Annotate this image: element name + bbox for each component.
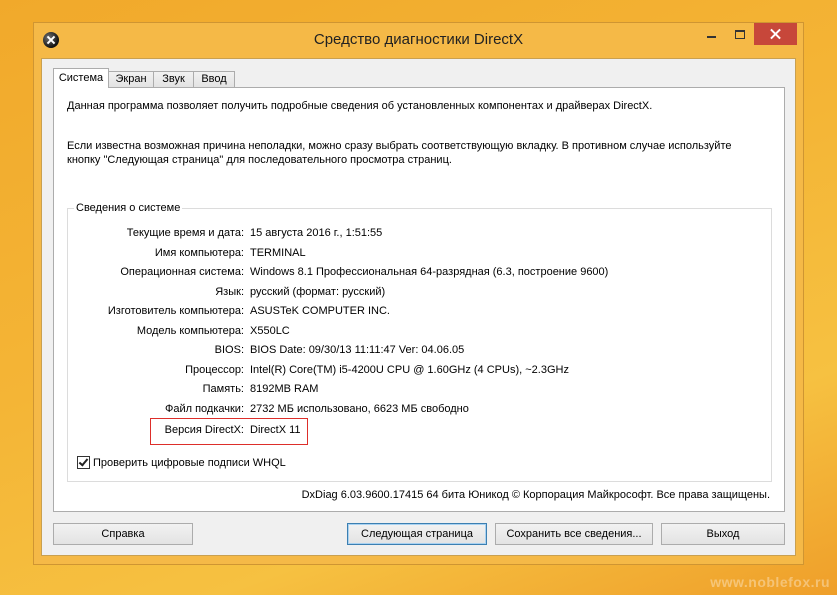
row-os: Операционная система: Windows 8.1 Профес… — [67, 265, 772, 285]
dxdiag-window: Средство диагностики DirectX Система Экр… — [33, 22, 804, 565]
version-copyright-text: DxDiag 6.03.9600.17415 64 бита Юникод © … — [301, 489, 770, 501]
close-button[interactable] — [754, 23, 797, 45]
directx-highlight-box — [150, 418, 308, 445]
model-value: X550LC — [250, 324, 290, 337]
row-memory: Память: 8192MB RAM — [67, 382, 772, 402]
os-label: Операционная система: — [120, 266, 244, 278]
language-value: русский (формат: русский) — [250, 285, 386, 298]
desktop-background: Средство диагностики DirectX Система Экр… — [0, 0, 837, 595]
save-all-info-button[interactable]: Сохранить все сведения... — [495, 523, 653, 545]
client-area: Система Экран Звук Ввод Данная программа… — [41, 58, 796, 556]
system-info-group-label: Сведения о системе — [74, 201, 183, 215]
row-language: Язык: русский (формат: русский) — [67, 285, 772, 305]
tab-panel-system: Данная программа позволяет получить подр… — [53, 87, 785, 512]
pagefile-label: Файл подкачки: — [164, 402, 244, 415]
system-info-rows: Текущие время и дата: 15 августа 2016 г.… — [67, 226, 772, 421]
whql-checkbox[interactable] — [77, 456, 90, 469]
os-value: Windows 8.1 Профессиональная 64-разрядна… — [250, 266, 609, 278]
processor-label: Процессор: — [185, 363, 244, 376]
intro-hint-line-1: Если известна возможная причина неполадк… — [67, 140, 732, 152]
datetime-value: 15 августа 2016 г., 1:51:55 — [250, 227, 383, 239]
close-icon — [770, 29, 781, 40]
tab-sound[interactable]: Звук — [153, 71, 194, 87]
minimize-icon — [707, 36, 716, 38]
tab-system-label: Система — [58, 72, 104, 84]
title-bar[interactable]: Средство диагностики DirectX — [33, 22, 804, 58]
processor-value: Intel(R) Core(TM) i5-4200U CPU @ 1.60GHz… — [250, 363, 569, 376]
memory-label: Память: — [202, 383, 244, 395]
minimize-button[interactable] — [697, 24, 726, 44]
whql-checkbox-label[interactable]: Проверить цифровые подписи WHQL — [93, 456, 286, 470]
row-manufacturer: Изготовитель компьютера: ASUSTeK COMPUTE… — [67, 304, 772, 324]
window-title: Средство диагностики DirectX — [313, 31, 524, 48]
tab-system[interactable]: Система — [53, 68, 109, 88]
tab-display[interactable]: Экран — [108, 71, 154, 87]
system-info-group: Сведения о системе Текущие время и дата:… — [67, 201, 772, 482]
manufacturer-label: Изготовитель компьютера: — [107, 305, 244, 317]
datetime-label: Текущие время и дата: — [126, 227, 244, 239]
tab-display-label: Экран — [115, 73, 147, 85]
model-label: Модель компьютера: — [136, 324, 244, 337]
tab-sound-label: Звук — [162, 73, 185, 85]
intro-hint-line-2: кнопку "Следующая страница" для последов… — [67, 154, 452, 166]
exit-button[interactable]: Выход — [661, 523, 785, 545]
computer-name-label: Имя компьютера: — [154, 246, 244, 259]
row-computer-name: Имя компьютера: TERMINAL — [67, 246, 772, 266]
manufacturer-value: ASUSTeK COMPUTER INC. — [250, 305, 390, 317]
maximize-icon — [735, 30, 745, 39]
bios-label: BIOS: — [214, 344, 244, 356]
row-bios: BIOS: BIOS Date: 09/30/13 11:11:47 Ver: … — [67, 343, 772, 363]
tab-input[interactable]: Ввод — [193, 71, 235, 87]
memory-value: 8192MB RAM — [250, 383, 319, 395]
row-model: Модель компьютера: X550LC — [67, 324, 772, 344]
watermark-text: www.noblefox.ru — [710, 574, 830, 590]
row-datetime: Текущие время и дата: 15 августа 2016 г.… — [67, 226, 772, 246]
pagefile-value: 2732 МБ использовано, 6623 МБ свободно — [250, 402, 469, 415]
maximize-button[interactable] — [727, 24, 753, 44]
next-page-button[interactable]: Следующая страница — [347, 523, 487, 545]
computer-name-value: TERMINAL — [250, 246, 306, 259]
tab-input-label: Ввод — [201, 73, 227, 85]
bios-value: BIOS Date: 09/30/13 11:11:47 Ver: 04.06.… — [250, 344, 465, 356]
language-label: Язык: — [215, 285, 244, 298]
row-processor: Процессор: Intel(R) Core(TM) i5-4200U CP… — [67, 363, 772, 383]
help-button[interactable]: Справка — [53, 523, 193, 545]
intro-text-line: Данная программа позволяет получить подр… — [67, 100, 653, 112]
